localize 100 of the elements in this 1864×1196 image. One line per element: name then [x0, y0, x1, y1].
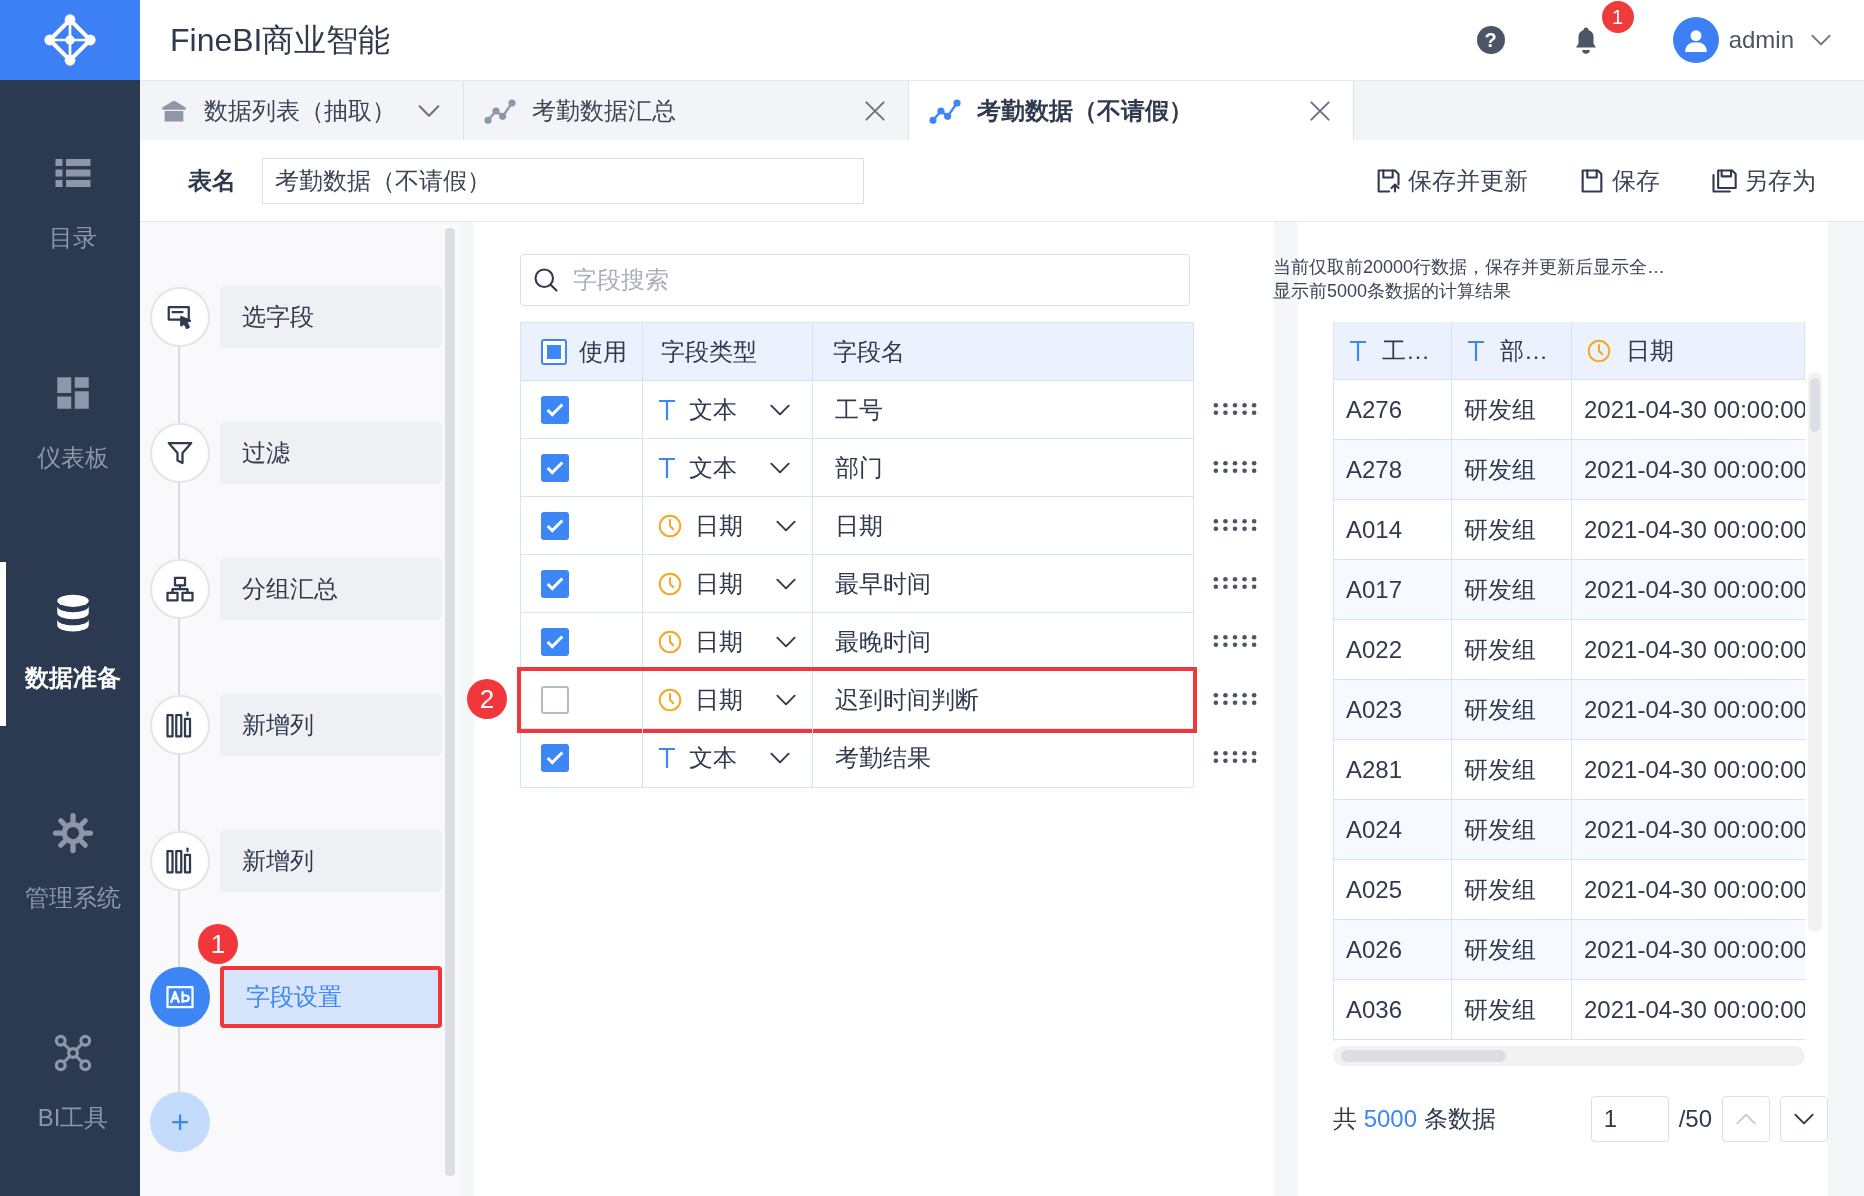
sidebar-item[interactable]: 管理系统 — [0, 782, 140, 946]
table-cell: 研发组 — [1452, 380, 1572, 439]
settings-icon — [52, 812, 94, 854]
table-name-field[interactable]: 考勤数据（不请假） — [262, 157, 864, 204]
field-name: 考勤结果 — [834, 743, 932, 773]
table-name-label: 表名 — [188, 165, 236, 196]
clock-icon — [657, 512, 683, 539]
checkbox[interactable] — [541, 744, 569, 772]
table-cell: A017 — [1334, 560, 1452, 619]
preview-notice: 当前仅取前20000行数据，保存并更新后显示全… — [1273, 256, 1667, 279]
field-name: 工号 — [834, 394, 884, 425]
field-name: 部门 — [834, 452, 884, 483]
field-name: 最早时间 — [834, 568, 932, 599]
notification-badge: 1 — [1601, 1, 1634, 33]
column-header: 日期 — [1572, 322, 1805, 379]
table-cell: 研发组 — [1452, 980, 1572, 1039]
checkbox[interactable] — [541, 395, 569, 424]
avatar[interactable] — [1672, 17, 1719, 63]
type-dropdown[interactable]: 日期 — [643, 497, 813, 554]
hierarchy-icon — [165, 574, 195, 604]
save-as-icon — [1710, 166, 1738, 195]
table-cell: 研发组 — [1452, 560, 1572, 619]
table-cell: 研发组 — [1452, 740, 1572, 799]
checkbox[interactable] — [541, 685, 569, 714]
clock-icon — [1586, 337, 1612, 364]
search-field[interactable]: 字段搜索 — [520, 254, 1190, 306]
checkbox[interactable] — [541, 453, 569, 482]
field-name: 日期 — [834, 510, 884, 541]
network-icon — [52, 1032, 94, 1074]
field-name: 最晚时间 — [834, 626, 932, 657]
text-type-icon — [657, 397, 677, 422]
search-icon — [532, 266, 560, 294]
table-cell: A022 — [1334, 620, 1452, 679]
type-dropdown[interactable]: 日期 — [643, 613, 813, 670]
horizontal-scrollbar[interactable] — [1333, 1046, 1805, 1066]
type-dropdown[interactable]: 日期 — [643, 671, 813, 728]
type-dropdown[interactable]: 日期 — [643, 555, 813, 612]
table-cell: 研发组 — [1452, 800, 1572, 859]
user-name[interactable]: admin — [1728, 22, 1794, 58]
table-cell: 研发组 — [1452, 860, 1572, 919]
drag-handle-icon[interactable] — [1213, 692, 1257, 706]
drag-handle-icon[interactable] — [1213, 634, 1257, 648]
toolbar-button[interactable]: 另存为 — [1710, 162, 1816, 199]
table-cell: 研发组 — [1452, 440, 1572, 499]
sidebar-item[interactable]: 仪表板 — [0, 342, 140, 506]
page-total: /50 — [1678, 1104, 1712, 1134]
next-page-button[interactable] — [1780, 1096, 1828, 1142]
select-all-checkbox[interactable] — [541, 338, 567, 365]
drag-handle-icon[interactable] — [1213, 576, 1257, 590]
drag-handle-icon[interactable] — [1213, 750, 1257, 764]
column-header: 字段名 — [832, 336, 906, 367]
toolbar-button[interactable]: 保存并更新 — [1374, 162, 1528, 199]
sidebar-item[interactable]: 目录 — [0, 122, 140, 286]
table-cell: A281 — [1334, 740, 1452, 799]
drag-handle-icon[interactable] — [1213, 460, 1257, 474]
callout-number: 2 — [467, 679, 507, 719]
type-dropdown[interactable]: 文本 — [643, 729, 813, 787]
record-count: 共 5000 条数据 — [1333, 1104, 1496, 1134]
table-cell: A276 — [1334, 380, 1452, 439]
logo-icon — [43, 13, 97, 67]
checkbox[interactable] — [541, 511, 569, 540]
step-item[interactable]: 过滤 — [220, 422, 442, 484]
clock-icon — [657, 570, 683, 597]
table-cell: 研发组 — [1452, 620, 1572, 679]
table-cell: A023 — [1334, 680, 1452, 739]
clock-icon — [657, 628, 683, 655]
checkbox[interactable] — [541, 569, 569, 598]
checkbox[interactable] — [541, 627, 569, 656]
type-dropdown[interactable]: 文本 — [643, 439, 813, 496]
table-cell: A026 — [1334, 920, 1452, 979]
drag-handle-icon[interactable] — [1213, 518, 1257, 532]
table-cell: A036 — [1334, 980, 1452, 1039]
table-cell: 研发组 — [1452, 500, 1572, 559]
column-header: 工… — [1334, 322, 1452, 379]
app-title: FineBI商业智能 — [170, 21, 391, 60]
scrollbar[interactable] — [445, 228, 455, 1176]
table-cell: A024 — [1334, 800, 1452, 859]
callout-number: 1 — [198, 924, 238, 964]
column-header: 使用 — [521, 323, 643, 380]
step-item[interactable]: 新增列 — [220, 830, 442, 892]
user-icon — [1682, 27, 1709, 53]
page-field[interactable]: 1 — [1590, 1096, 1669, 1142]
text-type-icon — [657, 746, 677, 770]
step-item[interactable]: 选字段 — [220, 286, 442, 348]
clock-icon — [657, 686, 683, 713]
column-header: 字段类型 — [643, 323, 813, 380]
vertical-scrollbar[interactable] — [1808, 372, 1822, 932]
preview-notice: 显示前5000条数据的计算结果 — [1273, 280, 1513, 303]
drag-handle-icon[interactable] — [1213, 402, 1257, 416]
column-header: 部… — [1452, 322, 1572, 379]
sidebar-item[interactable]: BI工具 — [0, 1002, 140, 1166]
type-dropdown[interactable]: 文本 — [643, 381, 813, 438]
tab[interactable]: 考勤数据（不请假） — [909, 81, 1354, 140]
table-cell: A025 — [1334, 860, 1452, 919]
table-cell: A014 — [1334, 500, 1452, 559]
step-item[interactable]: 新增列 — [220, 694, 442, 756]
toolbar-button[interactable]: 保存 — [1578, 162, 1660, 199]
text-type-icon — [1466, 338, 1486, 363]
help-button[interactable]: ? — [1476, 26, 1505, 54]
step-item[interactable]: 分组汇总 — [220, 558, 442, 620]
